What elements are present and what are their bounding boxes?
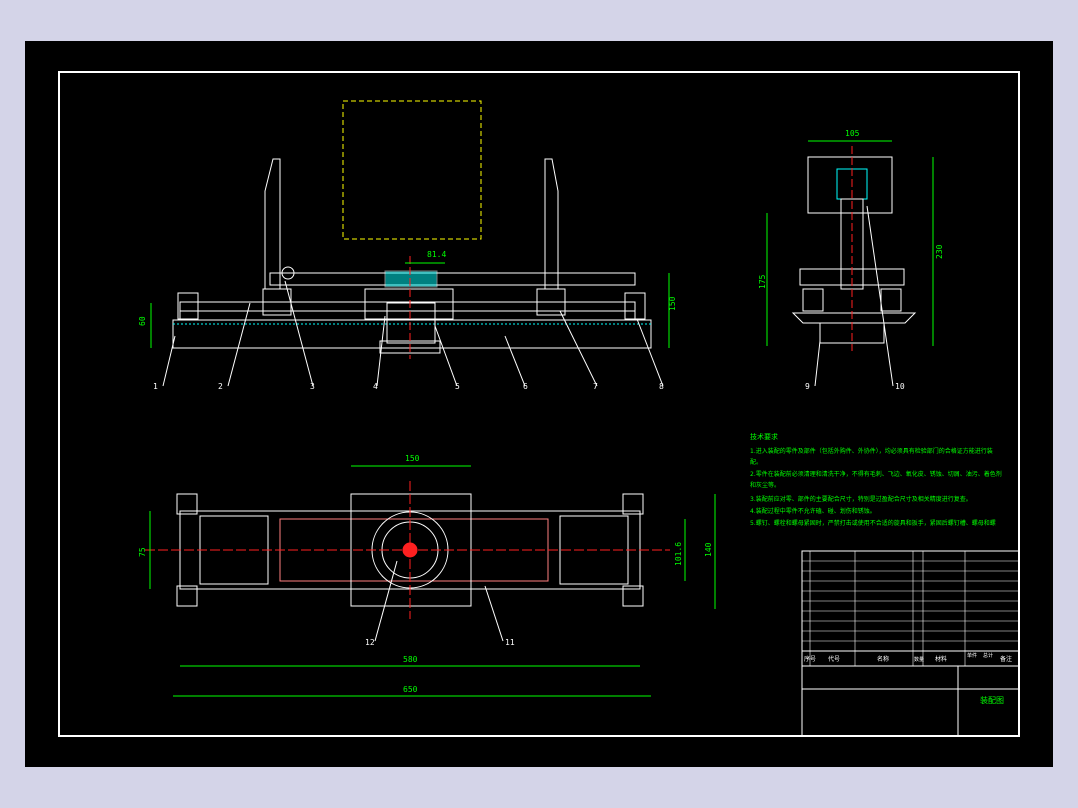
note-line: 5.螺钉、螺栓和螺母紧固时，严禁打击或使用不合适的旋具和扳手，紧固后螺钉槽、螺母… [750,519,996,527]
balloon-8: 8 [659,382,664,391]
balloon-4: 4 [373,382,378,391]
note-line: 2.零件在装配前必须清理和清洗干净，不得有毛刺、飞边、氧化皮、锈蚀、切屑、油污、… [750,470,1002,478]
front-view [150,100,670,359]
balloon-1: 1 [153,382,158,391]
front-balloons [162,280,664,387]
top-dim-650: 650 [403,685,418,694]
sheet-border [58,71,1020,737]
balloon-9: 9 [805,382,810,391]
front-workpiece-hidden [342,100,482,240]
front-gear-housing [364,288,454,320]
bom-col-qty: 数量 [914,656,924,663]
balloon-12: 12 [365,638,375,647]
top-dim-outer: 140 [704,542,713,557]
top-view [145,465,716,697]
cad-drawing: 60 150 81.4 1 2 3 4 5 6 7 8 105 230 175 … [58,71,1020,737]
note-line: 4.装配过程中零件不允许磕、碰、划伤和锈蚀。 [750,507,876,515]
side-dim-height: 230 [935,244,944,259]
front-left-support [264,158,281,290]
note-line: 配。 [750,459,762,466]
bom-col-remark: 备注 [1000,655,1012,663]
title-block [801,550,1020,737]
technical-notes: 技术要求 1.进入装配的零件及部件（包括外购件、外协件），均必须具有检验部门的合… [750,432,1002,527]
balloon-11: 11 [505,638,515,647]
bom-col-name: 名称 [877,655,889,663]
bom-col-unit: 单件 [967,652,977,659]
top-dim-inner: 101.6 [674,542,683,566]
bom-col-code: 代号 [828,655,840,663]
bom-col-seq: 序号 [804,655,816,663]
drawing-sheet: 60 150 81.4 1 2 3 4 5 6 7 8 105 230 175 … [25,41,1053,767]
note-line: 和灰尘等。 [750,481,780,489]
side-view [766,140,934,387]
balloon-6: 6 [523,382,528,391]
side-top-block [807,156,893,214]
front-dim-left: 60 [138,316,147,326]
side-dim-left: 175 [758,274,767,289]
bom-col-material: 材料 [935,655,947,663]
notes-title: 技术要求 [750,432,778,441]
balloon-3: 3 [310,382,315,391]
drawing-name: 装配图 [980,695,1004,705]
side-base [791,312,917,324]
top-dim-580: 580 [403,655,418,664]
balloon-2: 2 [218,382,223,391]
top-dim-left: 75 [138,547,147,557]
balloon-5: 5 [455,382,460,391]
bom-header: 序号 代号 名称 数量 材料 单件 总计 备注 [804,652,1012,663]
front-right-support [544,158,559,290]
balloon-10: 10 [895,382,905,391]
note-line: 3.装配前应对零、部件的主要配合尺寸，特别是过盈配合尺寸及相关精度进行复查。 [750,495,972,503]
top-dim-top: 150 [405,454,420,463]
bom-rows [802,551,1019,666]
note-line: 1.进入装配的零件及部件（包括外购件、外协件），均必须具有检验部门的合格证方能进… [750,447,993,455]
front-rack-bar [269,272,636,286]
bom-col-total: 总计 [983,652,993,659]
balloon-7: 7 [593,382,598,391]
front-dim-height: 150 [668,296,677,311]
front-dim-top: 81.4 [427,250,446,259]
side-dim-top: 105 [845,129,860,138]
